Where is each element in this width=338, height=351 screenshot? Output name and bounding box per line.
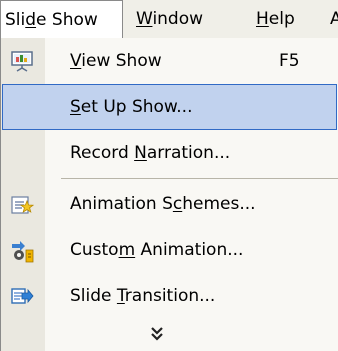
slide-transition-icon <box>10 284 34 308</box>
set-up-show-item[interactable]: Set Up Show... <box>1 84 338 130</box>
slide-show-dropdown: View Show F5 Set Up Show... Record Narra… <box>0 38 338 351</box>
view-show-shortcut: F5 <box>279 51 300 71</box>
menu-slide-show[interactable]: Slide Show <box>0 0 123 39</box>
menu-window[interactable]: Window <box>136 0 203 39</box>
set-up-show-label: Set Up Show... <box>70 97 193 117</box>
animation-schemes-label: Animation Schemes... <box>70 194 256 214</box>
record-narration-item[interactable]: Record Narration... <box>1 130 338 176</box>
view-show-label: View Show <box>70 51 162 71</box>
expand-menu-button[interactable] <box>1 320 338 348</box>
custom-animation-label: Custom Animation... <box>70 240 244 260</box>
menu-help[interactable]: Help <box>256 0 295 39</box>
menu-help-label-part: elp <box>268 9 295 29</box>
slide-transition-label: Slide Transition... <box>70 286 216 306</box>
menu-help-accesskey: H <box>256 9 269 29</box>
star-lines-icon <box>10 192 35 216</box>
double-chevron-down-icon <box>147 324 167 344</box>
menu-window-label-part: indow <box>152 9 204 29</box>
menu-slide-show-label-part: Sli <box>5 10 26 30</box>
projection-screen-icon <box>10 49 34 73</box>
menu-separator <box>61 178 338 179</box>
menu-slide-show-label-part: e Show <box>36 10 98 30</box>
record-narration-label: Record Narration... <box>70 143 231 163</box>
custom-animation-item[interactable]: Custom Animation... <box>1 227 338 273</box>
menu-slide-show-accesskey: d <box>25 10 37 30</box>
menu-window-accesskey: W <box>136 9 153 29</box>
slide-transition-item[interactable]: Slide Transition... <box>1 273 338 319</box>
custom-animation-icon <box>10 238 34 263</box>
menu-overflow-item[interactable]: A <box>330 0 338 39</box>
animation-schemes-item[interactable]: Animation Schemes... <box>1 181 338 227</box>
menu-bar: Slide Show Window Help A <box>0 0 338 39</box>
view-show-item[interactable]: View Show F5 <box>1 38 338 84</box>
